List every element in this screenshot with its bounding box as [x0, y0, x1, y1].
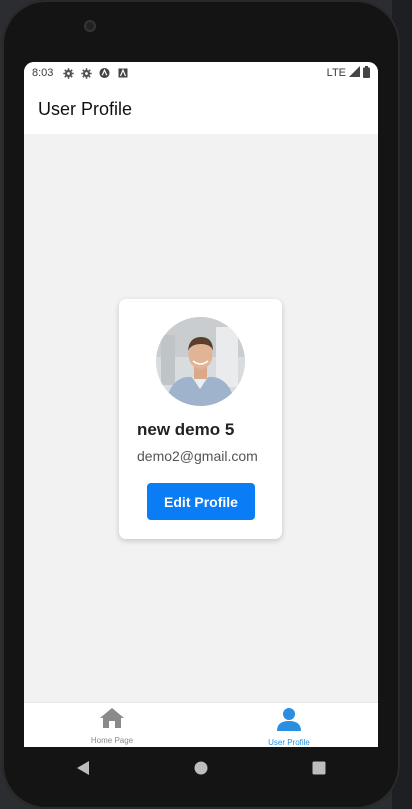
battery-icon	[363, 65, 370, 81]
status-time: 8:03	[32, 67, 54, 79]
profile-email: demo2@gmail.com	[137, 448, 258, 464]
home-circle-icon[interactable]	[194, 761, 208, 780]
network-type: LTE	[326, 67, 346, 79]
a-square-icon	[117, 68, 128, 79]
recents-icon[interactable]	[312, 761, 326, 780]
a-circle-icon	[99, 67, 110, 79]
page-title: User Profile	[38, 98, 133, 119]
device-screen: 8:03 LTE User Profile new demo 5 demo2@g…	[24, 62, 378, 747]
home-icon	[99, 707, 125, 734]
profile-name: new demo 5	[137, 420, 235, 439]
app-bar: User Profile	[24, 84, 378, 134]
profile-card: new demo 5 demo2@gmail.com Edit Profile	[119, 299, 282, 539]
gear-icon	[81, 67, 93, 79]
status-bar: 8:03 LTE	[24, 62, 378, 84]
avatar	[156, 317, 245, 406]
tab-home-page[interactable]: Home Page	[62, 707, 162, 747]
bottom-nav: Home Page User Profile	[24, 702, 378, 747]
main-content: new demo 5 demo2@gmail.com Edit Profile	[24, 134, 378, 702]
tab-user-profile[interactable]: User Profile	[239, 707, 339, 747]
tab-label-profile: User Profile	[268, 738, 310, 747]
back-icon[interactable]	[76, 760, 90, 781]
front-camera	[84, 20, 96, 32]
gear-icon	[63, 67, 75, 79]
tab-label-home: Home Page	[90, 736, 134, 745]
person-icon	[277, 707, 301, 736]
edit-profile-button[interactable]: Edit Profile	[147, 483, 255, 520]
signal-icon	[349, 66, 360, 80]
system-navigation-bar	[24, 747, 378, 793]
